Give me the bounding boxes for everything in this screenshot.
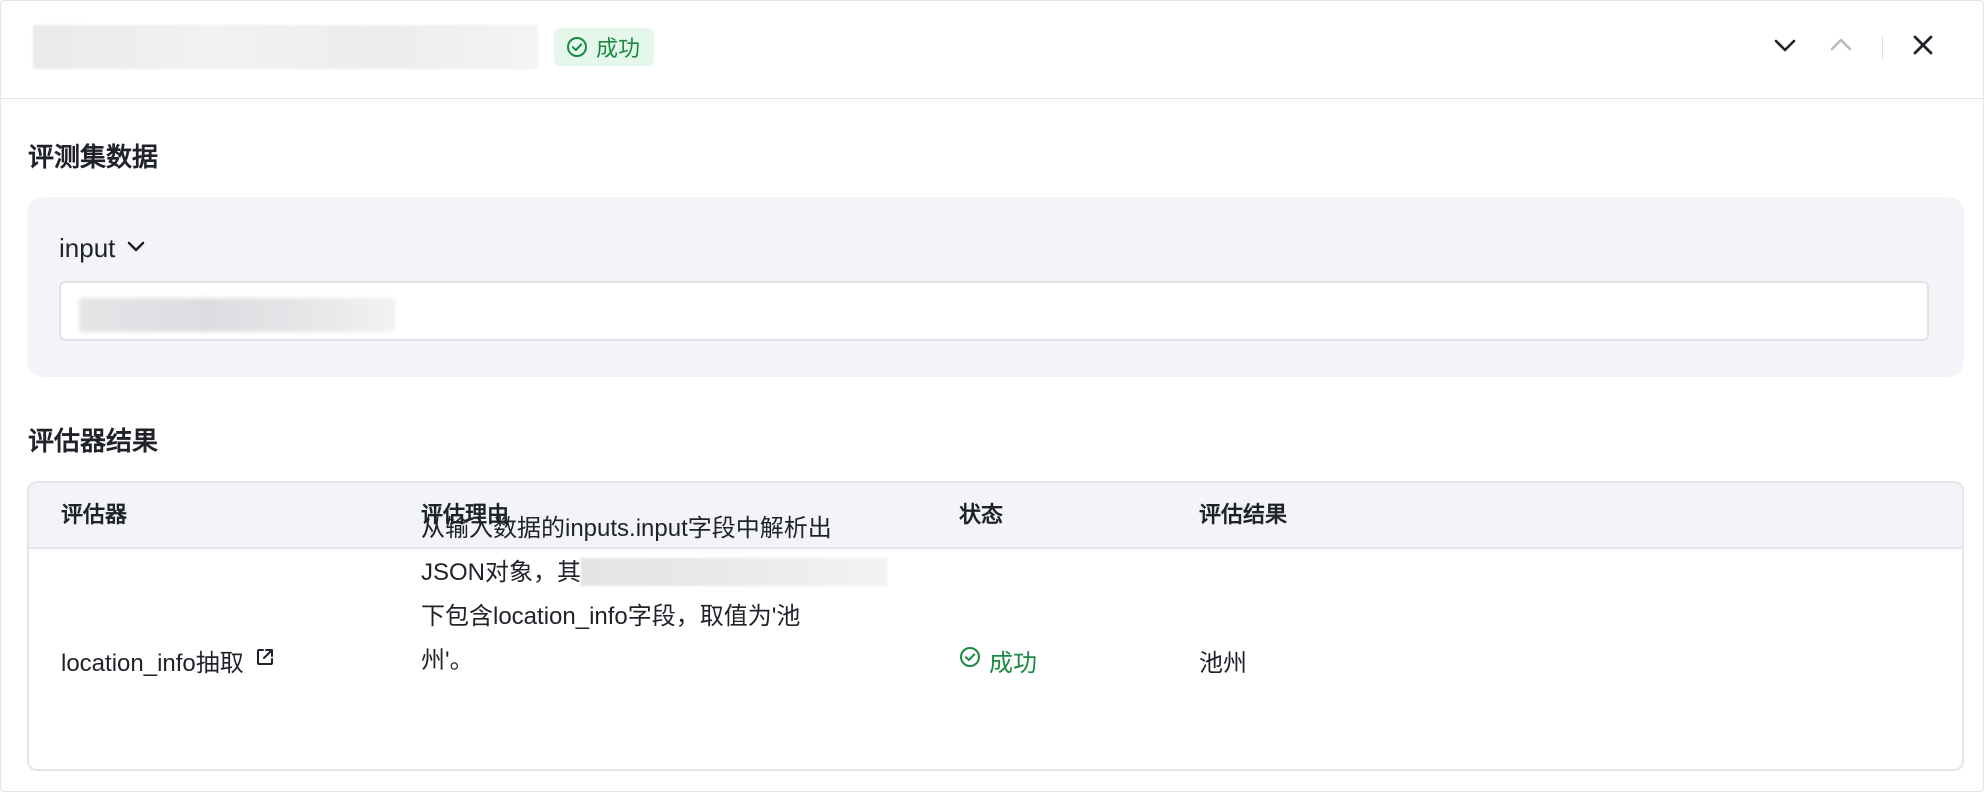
close-button[interactable] <box>1905 29 1941 65</box>
close-icon <box>1911 33 1935 62</box>
prev-record-button[interactable] <box>1823 29 1859 65</box>
evaluator-section-title: 评估器结果 <box>28 426 159 456</box>
redacted-field-value <box>79 298 395 332</box>
reason-line: 下包含location_info字段，取值为'池 <box>421 603 801 630</box>
table-header: 评估器 评估理由 状态 评估结果 <box>29 483 1962 549</box>
column-header-result: 评估结果 <box>1199 502 1288 527</box>
panel-header: 成功 <box>1 1 1983 99</box>
check-circle-icon <box>566 36 588 58</box>
status-badge-label: 成功 <box>596 36 641 61</box>
field-selector[interactable]: input <box>59 233 147 264</box>
field-name: input <box>59 233 116 263</box>
reason-line: JSON对象，其 <box>421 551 901 595</box>
reason-line: 从输入数据的inputs.input字段中解析出 <box>421 515 832 542</box>
result-detail-panel: 成功 评测集数据 input 评估器结果 评估器 评估理由 状态 评估结果 lo… <box>0 0 1984 792</box>
dataset-section-title: 评测集数据 <box>28 142 159 172</box>
field-value-box <box>59 281 1929 341</box>
column-header-evaluator: 评估器 <box>61 502 128 527</box>
evaluator-cell[interactable]: location_info抽取 <box>61 643 276 678</box>
status-badge: 成功 <box>554 28 655 66</box>
chevron-down-icon <box>125 233 147 264</box>
header-divider <box>1882 35 1883 59</box>
next-record-button[interactable] <box>1767 29 1803 65</box>
chevron-down-icon <box>1772 32 1798 63</box>
redacted-title <box>33 25 538 69</box>
redacted-reason-text <box>581 557 888 586</box>
status-cell: 成功 <box>959 643 1037 678</box>
check-circle-icon <box>959 646 981 675</box>
external-link-icon[interactable] <box>254 646 276 675</box>
reason-line-text: JSON对象，其 <box>421 559 582 586</box>
reason-line: 州'。 <box>421 647 474 674</box>
evaluator-link[interactable]: location_info抽取 <box>61 643 244 678</box>
column-header-status: 状态 <box>959 502 1004 527</box>
reason-cell: 从输入数据的inputs.input字段中解析出 JSON对象，其 下包含loc… <box>421 507 901 683</box>
dataset-card: input <box>27 197 1964 377</box>
result-cell: 池州 <box>1199 650 1247 677</box>
evaluator-table: 评估器 评估理由 状态 评估结果 location_info抽取 从输入数据的i… <box>27 481 1964 771</box>
status-label: 成功 <box>989 650 1037 677</box>
chevron-up-icon <box>1828 32 1854 63</box>
